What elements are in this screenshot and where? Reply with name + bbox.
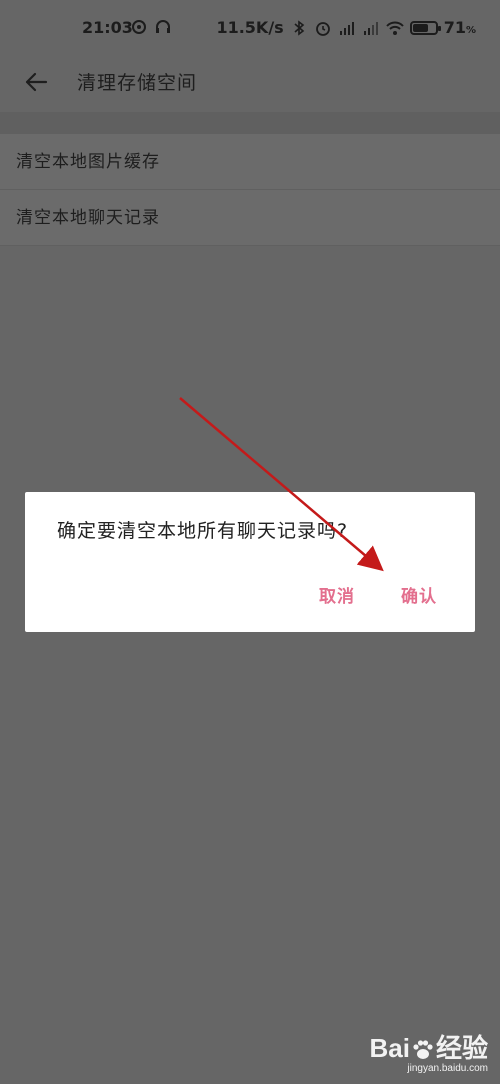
settings-list: 清空本地图片缓存 清空本地聊天记录 <box>0 134 500 246</box>
list-item-clear-chat-history[interactable]: 清空本地聊天记录 <box>0 190 500 246</box>
watermark-logo-text-2: 经验 <box>435 1033 488 1063</box>
paw-icon <box>413 1040 433 1060</box>
status-left-icons <box>130 18 172 36</box>
section-divider <box>0 112 500 134</box>
signal-hd-icon <box>339 21 354 35</box>
dialog-message: 确定要清空本地所有聊天记录吗? <box>57 520 349 542</box>
confirm-dialog: 确定要清空本地所有聊天记录吗? 取消 确认 <box>25 492 475 632</box>
headset-icon <box>156 20 170 33</box>
status-bar: 21:03 11.5K/s 71% <box>0 0 500 56</box>
wifi-icon <box>385 21 404 35</box>
status-time: 21:03 <box>82 18 133 37</box>
watermark-logo: Bai 经验 <box>370 1028 488 1065</box>
signal-hd-icon <box>363 21 378 35</box>
app-bar: 清理存储空间 <box>0 56 500 112</box>
battery-label: 71 <box>443 18 466 37</box>
page-title: 清理存储空间 <box>77 72 198 94</box>
confirm-button[interactable]: 确认 <box>401 582 437 607</box>
battery-fill <box>412 23 429 32</box>
cancel-button[interactable]: 取消 <box>319 582 355 607</box>
baidu-watermark: Bai 经验 jingyan.baidu.com <box>370 1028 488 1074</box>
arrow-left-icon[interactable] <box>22 68 50 96</box>
list-item-clear-image-cache[interactable]: 清空本地图片缓存 <box>0 134 500 190</box>
watermark-logo-text-1: Bai <box>369 1033 410 1063</box>
network-speed: 11.5K/s <box>216 18 284 37</box>
battery-icon <box>409 20 441 35</box>
bluetooth-icon <box>294 19 304 36</box>
status-right: 11.5K/s 71% <box>216 18 476 37</box>
battery-percent: 71% <box>444 18 476 37</box>
sync-icon <box>132 20 146 34</box>
alarm-icon <box>315 21 330 36</box>
battery-unit: % <box>465 25 476 36</box>
